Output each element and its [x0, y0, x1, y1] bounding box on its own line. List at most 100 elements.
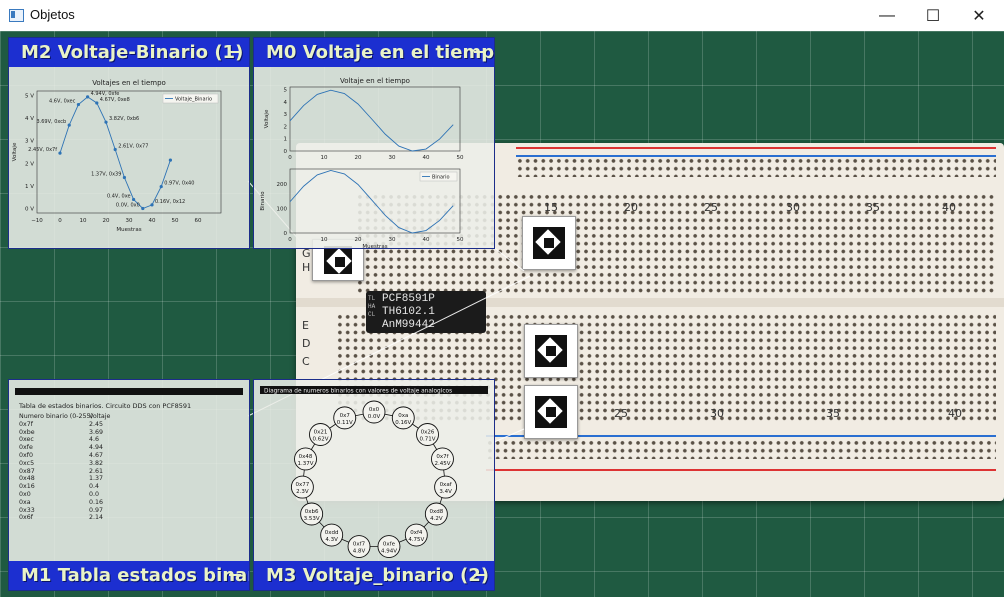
y-tick-label: 3 — [284, 112, 288, 118]
y-axis-label-top: Voltaje — [264, 109, 270, 128]
table-cell: 0x0 — [19, 490, 31, 498]
node-binary: 0x48 — [299, 454, 313, 460]
x-tick-label: 40 — [149, 218, 156, 224]
y-axis-label: Voltaje — [12, 142, 18, 161]
panel-m1-header[interactable]: M1 Tabla estados binarios — [9, 561, 249, 590]
table-cell: 0x16 — [19, 483, 35, 491]
table-cell: 1.37 — [89, 475, 104, 483]
data-point — [150, 203, 154, 207]
minimize-icon[interactable] — [229, 574, 241, 576]
node-voltage: 2.45V — [434, 461, 450, 467]
node-voltage: 0.11V — [337, 420, 353, 426]
node-voltage: 2.3V — [296, 489, 309, 495]
panel-m2-title: M2 Voltaje-Binario (1) — [21, 42, 244, 63]
series-line — [59, 96, 171, 210]
data-point — [76, 102, 80, 107]
y-tick-label: 2 — [284, 124, 288, 130]
x-tick-label: 50 — [457, 155, 464, 161]
data-point — [113, 147, 117, 152]
x-tick-label: 50 — [457, 237, 464, 243]
panel-m3: Diagrama de numeros binarios con valores… — [253, 379, 495, 591]
table-row: 0x33 0.97 — [19, 507, 139, 515]
x-tick-label: 0 — [288, 237, 292, 243]
panel-m0-header[interactable]: M0 Voltaje en el tiempo — [254, 38, 494, 67]
node-binary: 0xaf — [440, 482, 453, 488]
window-titlebar: Objetos — ☐ ✕ — [0, 0, 1004, 32]
x-tick-label: 0 — [288, 155, 292, 161]
data-label: 4.94V, 0xfe — [91, 91, 120, 97]
table-row: 0x0 0.0 — [19, 491, 139, 499]
panel-m2-header[interactable]: M2 Voltaje-Binario (1) — [9, 38, 249, 67]
chart-title: Voltajes en el tiempo — [92, 79, 166, 87]
table-row: 0x16 0.4 — [19, 483, 139, 491]
node-voltage: 4.75V — [408, 537, 424, 543]
binary-voltage-diagram: Diagrama de numeros binarios con valores… — [260, 386, 488, 558]
node-voltage: 4.3V — [325, 537, 338, 543]
data-point — [86, 95, 90, 99]
node-binary: 0xf4 — [410, 530, 423, 536]
table-cell: 0x6f — [19, 514, 33, 522]
table-cell: 3.69 — [89, 428, 104, 436]
y-tick-label: 200 — [277, 182, 288, 188]
table-header-bar — [15, 388, 243, 395]
node-binary: 0x21 — [314, 429, 328, 435]
minimize-icon[interactable] — [229, 51, 241, 53]
data-label: 1.37V, 0x39 — [91, 172, 121, 178]
node-voltage: 0.0V — [368, 414, 381, 420]
x-tick-label: 60 — [195, 218, 202, 224]
x-tick-label: 0 — [58, 218, 62, 224]
panel-m2: M2 Voltaje-Binario (1) Voltajes en el ti… — [8, 37, 250, 249]
table-cell: 0xec — [19, 436, 34, 444]
table-row: 0xa 0.16 — [19, 499, 139, 507]
data-label: 2.45V, 0x7f — [28, 147, 57, 153]
y-tick-label: 2 V — [25, 161, 34, 167]
table-cell: 0x7f — [19, 420, 33, 428]
y-tick-label: 5 — [284, 87, 288, 93]
x-axis-label: Muestras — [362, 244, 387, 248]
x-axis-label: Muestras — [116, 227, 141, 233]
table-cell: 0xbe — [19, 428, 35, 436]
data-label: 0.16V, 0x12 — [155, 199, 185, 205]
data-point — [141, 206, 145, 211]
node-voltage: 0.16V — [395, 420, 411, 426]
x-tick-label: 40 — [423, 155, 430, 161]
data-label: 4.67V, 0xe8 — [100, 97, 130, 103]
panel-m3-title: M3 Voltaje_binario (2) — [266, 565, 489, 586]
table-row: 0x87 2.61 — [19, 468, 139, 476]
x-tick-label: 20 — [355, 237, 362, 243]
table-row: 0xf0 4.67 — [19, 452, 139, 460]
y-tick-label: 4 — [284, 100, 288, 106]
binary-states-table: Numero binario (0-255) Voltaje 0x7f 2.45 0xb… — [19, 413, 139, 522]
x-tick-label: 50 — [172, 218, 179, 224]
node-voltage: 3.53V — [304, 516, 320, 522]
data-label: 3.69V, 0xcb — [36, 119, 66, 125]
x-tick-label: 10 — [321, 155, 328, 161]
table-cell: 0xc5 — [19, 459, 35, 467]
table-cell: 0.4 — [89, 483, 100, 491]
data-label: 4.6V, 0xec — [49, 99, 76, 105]
minimize-icon[interactable] — [474, 51, 486, 53]
maximize-button[interactable]: ☐ — [910, 0, 956, 31]
table-cell: 0xfe — [19, 444, 33, 452]
node-binary: 0x77 — [296, 482, 310, 488]
data-point — [58, 151, 62, 155]
data-point — [95, 101, 99, 105]
legend-label: Voltaje_Binario — [175, 97, 212, 103]
table-cell: 0.16 — [89, 498, 104, 506]
y-tick-label: 4 V — [25, 116, 34, 122]
close-button[interactable]: ✕ — [956, 0, 1002, 31]
node-binary: 0xfe — [383, 542, 396, 548]
data-point — [168, 158, 172, 162]
table-cell: 2.45 — [89, 420, 104, 428]
table-row: 0xc5 3.82 — [19, 460, 139, 468]
panel-m1: Tabla de estados binarios. Circuito DDS … — [8, 379, 250, 591]
minimize-icon[interactable] — [474, 574, 486, 576]
table-cell: 0x87 — [19, 467, 35, 475]
table-cell: 3.82 — [89, 459, 104, 467]
table-cell: 4.94 — [89, 444, 104, 452]
panel-m3-header[interactable]: M3 Voltaje_binario (2) — [254, 561, 494, 590]
x-tick-label: 30 — [389, 155, 396, 161]
minimize-button[interactable]: — — [864, 0, 910, 31]
y-tick-label: 100 — [277, 206, 288, 212]
panel-m1-title: M1 Tabla estados binarios — [21, 565, 249, 586]
